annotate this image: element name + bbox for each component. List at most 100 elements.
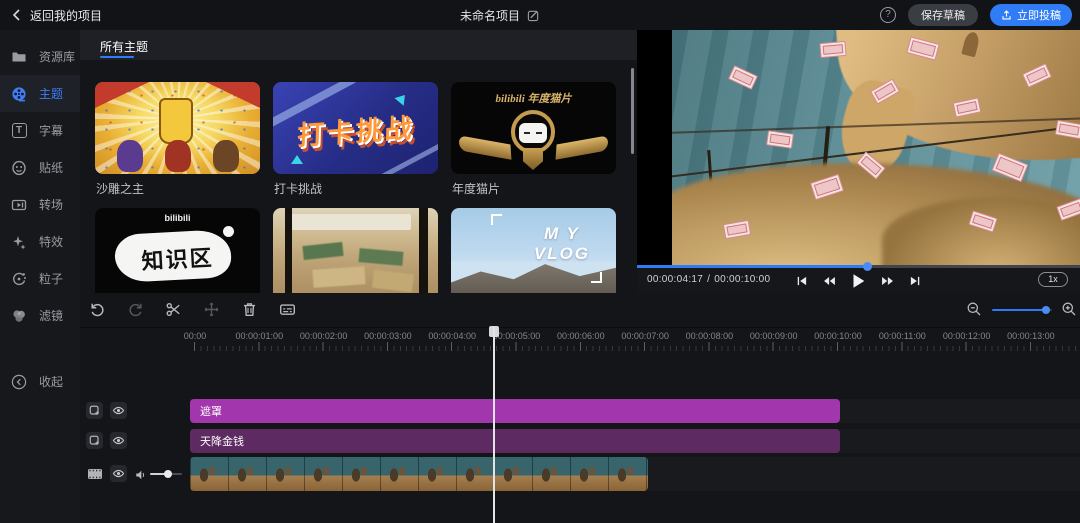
timeline-section: 00:00 00:00:01:00 00:00:02:00 00:00:03:0… bbox=[80, 293, 1080, 523]
clip-label: 天降金钱 bbox=[200, 433, 244, 449]
save-draft-button[interactable]: 保存草稿 bbox=[908, 4, 978, 26]
sidebar-item-subtitles[interactable]: T 字幕 bbox=[0, 112, 80, 149]
ruler-label: 00:00:08:00 bbox=[686, 331, 734, 341]
track-visibility-eye-icon[interactable] bbox=[110, 465, 127, 482]
video-clip-horse-footage[interactable] bbox=[190, 457, 648, 491]
collapse-chevron-icon bbox=[11, 374, 27, 390]
transport-controls bbox=[637, 268, 1080, 293]
video-canvas bbox=[672, 30, 1080, 265]
adjust-move-icon[interactable] bbox=[203, 301, 220, 318]
gold-emblem-ring bbox=[511, 110, 555, 154]
ruler-label: 00:00:07:00 bbox=[621, 331, 669, 341]
theme-card-niandu-maopian[interactable]: bilibili 年度猫片 bbox=[451, 82, 616, 174]
theme-card-zhishiqu[interactable]: bilibili 知识区 bbox=[95, 208, 260, 293]
desk-decoration bbox=[302, 242, 343, 260]
sidebar-item-label: 滤镜 bbox=[39, 307, 63, 324]
sidebar-item-themes[interactable]: 主题 bbox=[0, 75, 80, 112]
ruler-label: 00:00:04:00 bbox=[428, 331, 476, 341]
track-visibility-eye-icon[interactable] bbox=[110, 402, 127, 419]
ruler-label: 00:00:12:00 bbox=[943, 331, 991, 341]
back-to-projects-button[interactable]: 返回我的项目 bbox=[12, 0, 102, 30]
playback-speed-button[interactable]: 1x bbox=[1038, 272, 1068, 287]
gold-shield-decoration bbox=[523, 148, 543, 170]
help-icon[interactable]: ? bbox=[880, 7, 896, 23]
next-frame-button[interactable] bbox=[881, 275, 894, 287]
ruler-label: 00:00:05:00 bbox=[493, 331, 541, 341]
film-reel-icon bbox=[11, 86, 27, 102]
zoom-in-icon[interactable] bbox=[1061, 301, 1078, 318]
panel-scrollbar[interactable] bbox=[631, 68, 634, 154]
effect-track-type-icon bbox=[86, 432, 103, 449]
sidebar-item-label: 主题 bbox=[39, 85, 63, 102]
ruler-label: 00:00 bbox=[184, 331, 207, 341]
skip-to-start-button[interactable] bbox=[796, 275, 808, 287]
sidebar-item-stickers[interactable]: 贴纸 bbox=[0, 149, 80, 186]
tv-mascot-face bbox=[519, 123, 547, 143]
subtitle-icon: T bbox=[11, 123, 27, 139]
cut-scissors-icon[interactable] bbox=[165, 301, 182, 318]
timeline-ruler[interactable]: 00:00 00:00:01:00 00:00:02:00 00:00:03:0… bbox=[80, 327, 1080, 352]
effect-clip-mask[interactable]: 遮罩 bbox=[190, 399, 840, 423]
sidebar-item-transitions[interactable]: 转场 bbox=[0, 186, 80, 223]
track-visibility-eye-icon[interactable] bbox=[110, 432, 127, 449]
submit-post-button[interactable]: 立即投稿 bbox=[990, 4, 1072, 26]
bracket-decoration bbox=[591, 272, 602, 283]
theme-card-shadiao-zhizhu[interactable] bbox=[95, 82, 260, 174]
theme-card-daka-tiaozhan[interactable]: 打卡挑战 bbox=[273, 82, 438, 174]
gold-ribbon-decoration bbox=[459, 135, 512, 160]
effect-clip-falling-money[interactable]: 天降金钱 bbox=[190, 429, 840, 453]
timeline-zoom-controls bbox=[966, 293, 1078, 326]
caption-subtitle-icon[interactable] bbox=[279, 301, 296, 318]
skip-to-end-button[interactable] bbox=[909, 275, 921, 287]
preview-player: 00:00:04:17 / 00:00:10:00 1x bbox=[637, 30, 1080, 293]
tab-active-underline bbox=[100, 56, 134, 58]
sidebar-item-effects[interactable]: 特效 bbox=[0, 223, 80, 260]
folder-icon bbox=[11, 49, 27, 65]
transition-icon bbox=[11, 197, 27, 213]
topbar-actions: ? 保存草稿 立即投稿 bbox=[880, 0, 1072, 30]
dark-bar-decoration bbox=[285, 208, 292, 293]
bracket-decoration bbox=[491, 214, 502, 225]
delete-trash-icon[interactable] bbox=[241, 301, 258, 318]
theme-card-classroom[interactable] bbox=[273, 208, 438, 293]
theme-card-title: 年度猫片 bbox=[452, 180, 500, 197]
playhead-line[interactable] bbox=[493, 327, 495, 523]
previous-frame-button[interactable] bbox=[823, 275, 836, 287]
timeline-zoom-slider[interactable] bbox=[992, 309, 1052, 311]
tab-all-themes[interactable]: 所有主题 bbox=[100, 38, 148, 55]
sidebar-item-label: 粒子 bbox=[39, 270, 63, 287]
sidebar-item-label: 转场 bbox=[39, 196, 63, 213]
theme-overlay-text: bilibili 年度猫片 bbox=[451, 90, 616, 106]
project-title-group: 未命名项目 bbox=[460, 0, 540, 30]
sidebar-collapse-button[interactable]: 收起 bbox=[0, 363, 80, 400]
sidebar-item-library[interactable]: 资源库 bbox=[0, 38, 80, 75]
redo-icon[interactable] bbox=[127, 301, 144, 318]
sidebar: 资源库 主题 T 字幕 贴纸 转场 特效 bbox=[0, 30, 80, 523]
speaker-volume-icon[interactable] bbox=[135, 468, 147, 486]
zoom-slider-handle[interactable] bbox=[1042, 306, 1050, 314]
gold-ribbon-decoration bbox=[556, 135, 609, 160]
chevron-left-icon bbox=[12, 9, 21, 21]
upload-icon bbox=[1001, 9, 1012, 21]
dark-bar-decoration bbox=[419, 208, 428, 293]
play-button[interactable] bbox=[851, 273, 866, 289]
sidebar-item-particles[interactable]: 粒子 bbox=[0, 260, 80, 297]
ruler-label: 00:00:10:00 bbox=[814, 331, 862, 341]
player-controls: 00:00:04:17 / 00:00:10:00 1x bbox=[637, 265, 1080, 293]
zoom-out-icon[interactable] bbox=[966, 301, 983, 318]
volume-slider[interactable] bbox=[150, 473, 182, 475]
back-label: 返回我的项目 bbox=[30, 7, 102, 24]
theme-card-my-vlog[interactable]: M YVLOG bbox=[451, 208, 616, 293]
sidebar-item-label: 字幕 bbox=[39, 122, 63, 139]
bilibili-brand-text: bilibili bbox=[95, 213, 260, 223]
clip-label: 遮罩 bbox=[200, 403, 222, 419]
volume-slider-handle[interactable] bbox=[164, 470, 172, 478]
ruler-label: 00:00:03:00 bbox=[364, 331, 412, 341]
filter-icon bbox=[11, 308, 27, 324]
sticker-icon bbox=[11, 160, 27, 176]
top-bar: 返回我的项目 未命名项目 ? 保存草稿 立即投稿 bbox=[0, 0, 1080, 30]
undo-icon[interactable] bbox=[89, 301, 106, 318]
rename-edit-icon[interactable] bbox=[527, 9, 540, 22]
sidebar-item-filters[interactable]: 滤镜 bbox=[0, 297, 80, 334]
sidebar-list: 资源库 主题 T 字幕 贴纸 转场 特效 bbox=[0, 30, 80, 334]
